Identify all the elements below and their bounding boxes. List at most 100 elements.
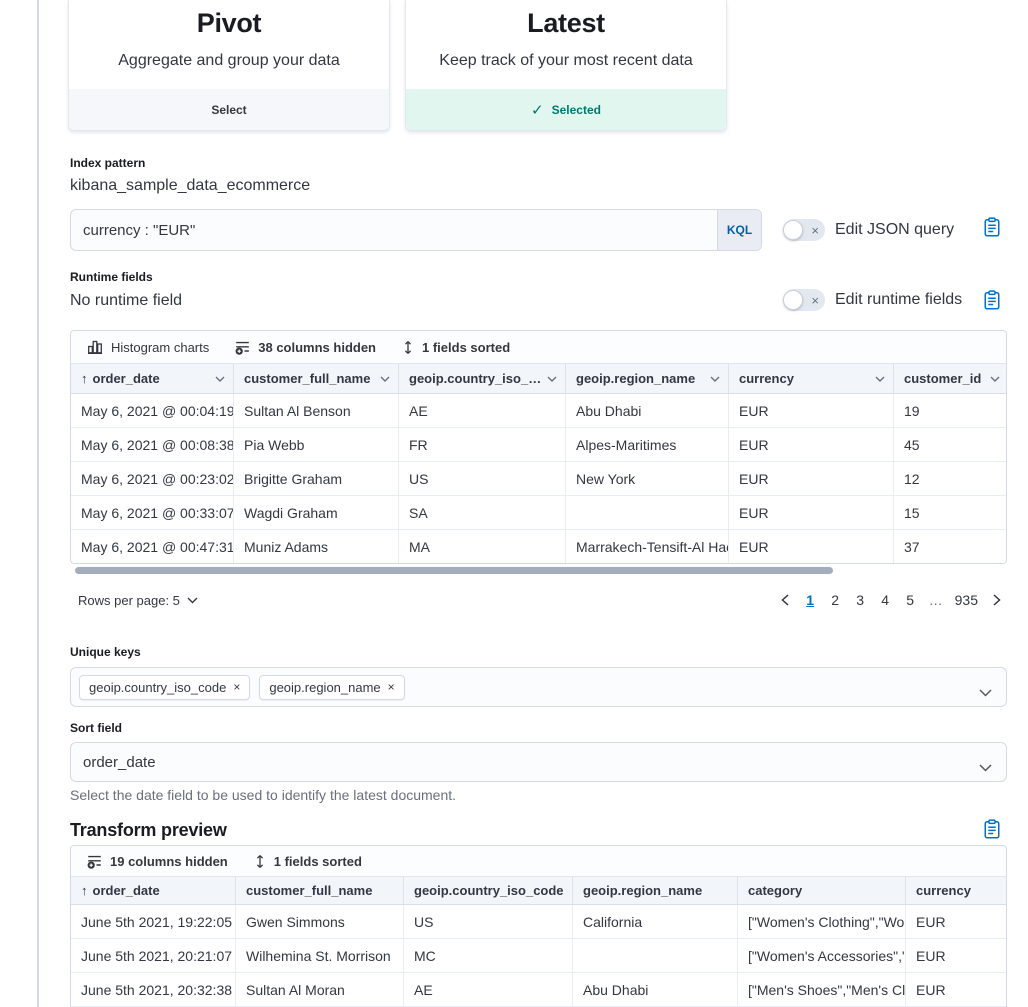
column-menu-icon — [547, 376, 557, 382]
unique-key-chip[interactable]: geoip.region_name × — [259, 675, 404, 700]
fields-sorted-button[interactable]: 1 fields sorted — [254, 854, 362, 869]
pivot-select-button[interactable]: Select — [69, 89, 389, 130]
table-cell[interactable]: EUR — [729, 394, 894, 427]
table-cell[interactable]: ["Women's Accessories","... — [738, 939, 906, 972]
table-cell[interactable]: 12 — [894, 462, 1007, 495]
columns-hidden-button[interactable]: 38 columns hidden — [235, 340, 376, 355]
column-header[interactable]: customer_id — [894, 364, 1007, 393]
query-row: currency : "EUR" KQL × Edit JSON query — [70, 209, 1007, 251]
table-cell[interactable]: Sultan Al Moran — [236, 973, 404, 1006]
table-cell[interactable]: Wagdi Graham — [234, 496, 399, 529]
column-header[interactable]: customer_full_name — [236, 877, 404, 904]
table-cell[interactable]: June 5th 2021, 20:32:38 — [71, 973, 236, 1006]
table-cell[interactable]: EUR — [729, 496, 894, 529]
table-cell[interactable]: ["Men's Shoes","Men's Cl... — [738, 973, 906, 1006]
page-button-1[interactable]: 1 — [801, 590, 820, 610]
page-button-4[interactable]: 4 — [876, 590, 895, 610]
column-header[interactable]: geoip.country_iso_co... — [399, 364, 566, 393]
table-cell[interactable]: Marrakech-Tensift-Al Hao... — [566, 530, 729, 564]
table-cell[interactable]: 45 — [894, 428, 1007, 461]
table-cell[interactable]: EUR — [906, 973, 1007, 1006]
page-button-5[interactable]: 5 — [901, 590, 920, 610]
horizontal-scrollbar[interactable] — [75, 567, 833, 574]
next-page-icon[interactable] — [987, 592, 1007, 608]
edit-runtime-fields-toggle[interactable]: × — [783, 289, 825, 311]
columns-hidden-button[interactable]: 19 columns hidden — [87, 854, 228, 869]
table-cell[interactable]: Gwen Simmons — [236, 905, 404, 938]
table-cell[interactable]: Wilhemina St. Morrison — [236, 939, 404, 972]
table-cell[interactable]: Sultan Al Benson — [234, 394, 399, 427]
page-button-2[interactable]: 2 — [826, 590, 845, 610]
page-button-935[interactable]: 935 — [952, 590, 981, 610]
table-cell[interactable]: May 6, 2021 @ 00:33:07... — [71, 496, 234, 529]
copy-icon[interactable] — [983, 290, 1003, 310]
table-cell[interactable]: Brigitte Graham — [234, 462, 399, 495]
previous-page-icon[interactable] — [775, 592, 795, 608]
column-menu-icon — [380, 376, 390, 382]
index-pattern-value: kibana_sample_data_ecommerce — [70, 175, 310, 196]
table-cell[interactable]: Alpes-Maritimes — [566, 428, 729, 461]
column-header[interactable]: geoip.country_iso_code — [404, 877, 573, 904]
table-cell[interactable]: May 6, 2021 @ 00:04:19... — [71, 394, 234, 427]
copy-icon[interactable] — [983, 217, 1003, 237]
remove-chip-icon[interactable]: × — [233, 681, 240, 693]
sort-field-combobox[interactable]: order_date — [70, 742, 1007, 782]
table-cell[interactable]: May 6, 2021 @ 00:08:38... — [71, 428, 234, 461]
fields-sorted-icon — [254, 854, 266, 869]
column-header[interactable]: category — [738, 877, 906, 904]
unique-key-chip[interactable]: geoip.country_iso_code× — [79, 675, 250, 700]
table-cell[interactable]: June 5th 2021, 20:21:07 — [71, 939, 236, 972]
table-cell[interactable]: MA — [399, 530, 566, 564]
table-cell[interactable]: EUR — [729, 462, 894, 495]
column-header[interactable]: currency — [729, 364, 894, 393]
rows-per-page-label: Rows per page: 5 — [78, 593, 180, 608]
table-cell[interactable]: ["Women's Clothing","Wo... — [738, 905, 906, 938]
table-cell[interactable]: May 6, 2021 @ 00:47:31... — [71, 530, 234, 564]
table-cell[interactable]: California — [573, 905, 738, 938]
column-header[interactable]: ↑order_date — [71, 877, 236, 904]
chevron-down-icon[interactable] — [979, 684, 992, 702]
table-cell[interactable]: New York — [566, 462, 729, 495]
latest-selected-button[interactable]: ✓ Selected — [406, 89, 726, 130]
table-cell[interactable]: June 5th 2021, 19:22:05 — [71, 905, 236, 938]
remove-chip-icon[interactable]: × — [388, 681, 395, 693]
table-cell[interactable]: EUR — [906, 905, 1007, 938]
table-cell[interactable]: EUR — [729, 428, 894, 461]
table-cell[interactable]: SA — [399, 496, 566, 529]
table-cell[interactable]: AE — [404, 973, 573, 1006]
copy-icon[interactable] — [983, 819, 1003, 839]
column-header[interactable]: geoip.region_name — [573, 877, 738, 904]
page-button-3[interactable]: 3 — [851, 590, 870, 610]
table-cell[interactable]: May 6, 2021 @ 00:23:02... — [71, 462, 234, 495]
table-cell[interactable]: 19 — [894, 394, 1007, 427]
column-header[interactable]: customer_full_name — [234, 364, 399, 393]
fields-sorted-button[interactable]: 1 fields sorted — [402, 340, 510, 355]
table-cell[interactable]: 15 — [894, 496, 1007, 529]
grid-body: June 5th 2021, 19:22:05Gwen SimmonsUSCal… — [71, 905, 1006, 1007]
table-cell[interactable] — [566, 496, 729, 529]
column-header[interactable]: ↑order_date — [71, 364, 234, 393]
table-cell[interactable]: US — [404, 905, 573, 938]
table-cell[interactable]: EUR — [906, 939, 1007, 972]
chevron-down-icon[interactable] — [979, 759, 992, 777]
table-cell[interactable]: AE — [399, 394, 566, 427]
table-cell[interactable]: Abu Dhabi — [573, 973, 738, 1006]
chip-label: geoip.region_name — [269, 680, 380, 695]
table-cell[interactable] — [573, 939, 738, 972]
table-cell[interactable]: Abu Dhabi — [566, 394, 729, 427]
kql-language-button[interactable]: KQL — [717, 210, 761, 250]
edit-json-query-toggle[interactable]: × — [783, 219, 825, 241]
column-header[interactable]: currency — [906, 877, 1007, 904]
rows-per-page-button[interactable]: Rows per page: 5 — [70, 593, 198, 608]
query-input[interactable]: currency : "EUR" KQL — [70, 209, 762, 251]
table-cell[interactable]: FR — [399, 428, 566, 461]
table-cell[interactable]: 37 — [894, 530, 1007, 564]
table-cell[interactable]: Pia Webb — [234, 428, 399, 461]
histogram-charts-button[interactable]: Histogram charts — [87, 340, 209, 355]
table-cell[interactable]: US — [399, 462, 566, 495]
table-cell[interactable]: MC — [404, 939, 573, 972]
column-header[interactable]: geoip.region_name — [566, 364, 729, 393]
table-cell[interactable]: EUR — [729, 530, 894, 564]
table-cell[interactable]: Muniz Adams — [234, 530, 399, 564]
unique-keys-combobox[interactable]: geoip.country_iso_code× geoip.region_name… — [70, 667, 1007, 707]
